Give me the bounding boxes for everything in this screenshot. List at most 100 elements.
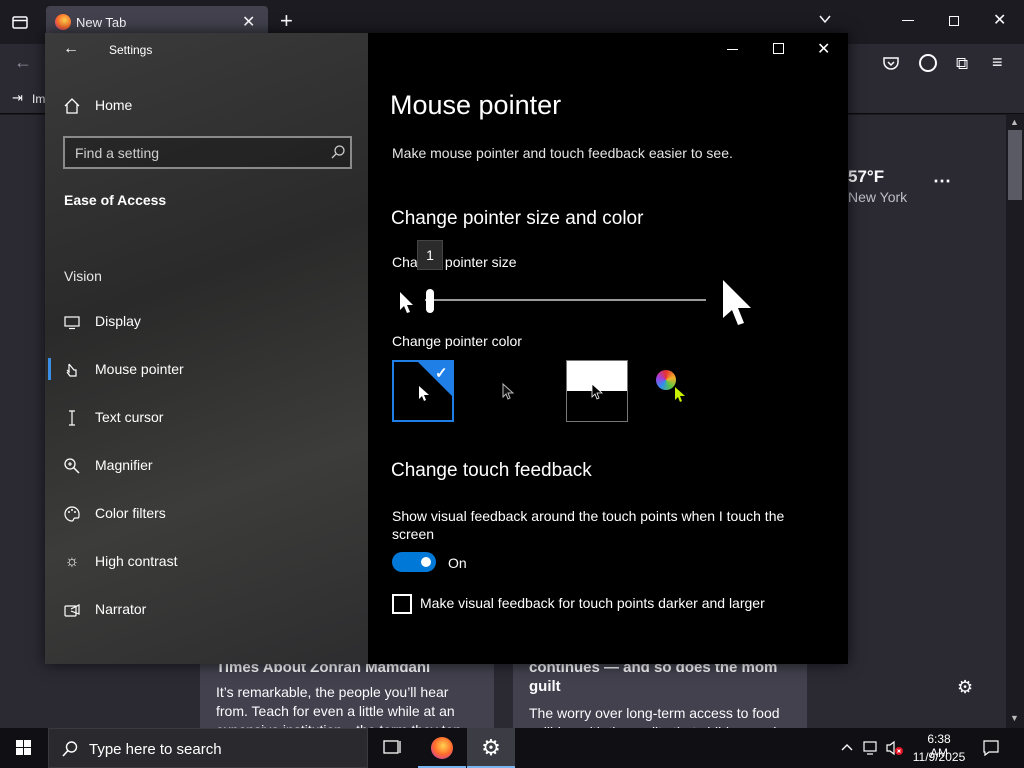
- taskbar-search-placeholder: Type here to search: [89, 741, 222, 758]
- chevron-down-icon[interactable]: [818, 12, 832, 26]
- settings-content: ✕ Mouse pointer Make mouse pointer and t…: [368, 33, 848, 664]
- nav-item-high-contrast[interactable]: ☼ High contrast: [45, 539, 368, 583]
- weather-more-icon[interactable]: ⋯: [933, 171, 951, 192]
- nav-item-label: Narrator: [95, 601, 147, 617]
- pointer-preview-icon: [502, 383, 514, 401]
- back-arrow-icon[interactable]: ←: [63, 40, 79, 58]
- large-pointer-icon: [720, 278, 754, 328]
- nav-item-color-filters[interactable]: Color filters: [45, 491, 368, 535]
- account-icon[interactable]: [919, 54, 937, 72]
- weather-city: New York: [848, 189, 908, 205]
- show-hidden-icons-chevron[interactable]: [840, 740, 854, 754]
- firefox-logo-icon: [55, 14, 71, 30]
- network-icon[interactable]: [862, 740, 880, 756]
- menu-icon[interactable]: ≡: [992, 52, 1003, 73]
- import-bookmarks-label[interactable]: Im: [32, 92, 45, 106]
- darker-feedback-label[interactable]: Make visual feedback for touch points da…: [420, 595, 765, 611]
- scroll-down-icon[interactable]: ▼: [1010, 713, 1019, 723]
- pointer-preview-icon: [418, 385, 430, 403]
- nav-item-label: Text cursor: [95, 409, 164, 425]
- pointer-size-slider[interactable]: [425, 299, 706, 301]
- section-heading-pointer: Change pointer size and color: [391, 208, 644, 229]
- narrator-icon: [63, 601, 81, 619]
- section-heading-touch: Change touch feedback: [391, 460, 592, 481]
- tab-title: New Tab: [76, 15, 127, 30]
- nav-item-label: Magnifier: [95, 457, 153, 473]
- nav-home-label: Home: [95, 97, 133, 113]
- pointer-preview-icon: [674, 386, 686, 404]
- import-bookmarks-icon[interactable]: ⇥: [12, 90, 23, 106]
- pointer-color-white-option[interactable]: ✓: [392, 360, 454, 422]
- home-icon: [63, 97, 81, 115]
- monitor-icon: [63, 313, 81, 331]
- close-tab-icon[interactable]: ✕: [242, 12, 255, 32]
- toggle-state-label: On: [448, 555, 467, 571]
- nav-item-label: Mouse pointer: [95, 361, 184, 377]
- story-body: The worry over long-term access to food …: [529, 705, 780, 728]
- minimize-button[interactable]: [902, 20, 914, 21]
- high-contrast-icon: ☼: [64, 553, 80, 570]
- story-title-line2: guilt: [529, 678, 561, 695]
- text-cursor-icon: [63, 409, 81, 427]
- weather-temp: 57°F: [848, 167, 885, 186]
- group-label: Vision: [64, 268, 102, 284]
- search-icon: [61, 740, 79, 758]
- window-title: Settings: [109, 43, 153, 57]
- nav-item-label: Display: [95, 313, 141, 329]
- minimize-button[interactable]: [727, 49, 738, 50]
- close-button[interactable]: ✕: [817, 39, 830, 59]
- maximize-button[interactable]: [773, 43, 784, 54]
- search-input[interactable]: Find a setting: [63, 136, 352, 169]
- pointer-color-inverted-option[interactable]: [566, 360, 628, 422]
- pointer-preview-icon: [591, 383, 603, 401]
- pointer-color-label: Change pointer color: [392, 333, 522, 349]
- task-view-icon[interactable]: [368, 728, 416, 768]
- tab-list-icon[interactable]: [10, 12, 30, 32]
- nav-item-display[interactable]: Display: [45, 299, 368, 343]
- gear-icon[interactable]: ⚙: [957, 677, 973, 698]
- darker-feedback-checkbox[interactable]: [392, 594, 412, 614]
- slider-tooltip: 1: [417, 240, 443, 270]
- touch-feedback-toggle[interactable]: [392, 552, 436, 572]
- small-pointer-icon: [398, 291, 414, 315]
- scrollbar-thumb[interactable]: [1008, 130, 1022, 200]
- page-title: Mouse pointer: [390, 90, 562, 120]
- clock-date[interactable]: 11/9/2025: [910, 750, 968, 764]
- color-filters-icon: [63, 505, 81, 523]
- volume-muted-icon[interactable]: [885, 739, 905, 757]
- pocket-icon[interactable]: [883, 56, 899, 70]
- toggle-knob: [421, 557, 431, 567]
- search-placeholder: Find a setting: [75, 145, 160, 161]
- back-arrow-icon[interactable]: ←: [14, 52, 32, 73]
- firefox-taskbar-icon[interactable]: [418, 728, 466, 768]
- close-window-button[interactable]: ✕: [993, 10, 1006, 30]
- settings-window: ← Settings Home Find a setting Ease of A…: [45, 33, 848, 664]
- nav-item-mouse-pointer[interactable]: Mouse pointer: [45, 347, 368, 391]
- pointer-size-label: Change pointer size: [392, 254, 517, 270]
- restore-button[interactable]: [949, 16, 959, 26]
- nav-item-magnifier[interactable]: Magnifier: [45, 443, 368, 487]
- pointer-color-custom-option[interactable]: [652, 360, 714, 422]
- start-button[interactable]: [0, 728, 48, 768]
- checkmark-icon: ✓: [435, 365, 448, 382]
- nav-item-narrator[interactable]: Narrator: [45, 587, 368, 631]
- color-wheel-icon: [656, 370, 676, 390]
- action-center-icon[interactable]: [982, 739, 1000, 757]
- touch-feedback-description: Show visual feedback around the touch po…: [392, 508, 785, 542]
- nav-item-text-cursor[interactable]: Text cursor: [45, 395, 368, 439]
- new-tab-button[interactable]: +: [280, 8, 293, 34]
- pointer-color-black-option[interactable]: [478, 360, 540, 422]
- taskbar-search-box[interactable]: Type here to search: [48, 728, 368, 768]
- search-icon: [330, 144, 346, 160]
- scroll-up-icon[interactable]: ▲: [1010, 117, 1019, 127]
- magnifier-icon: [63, 457, 81, 475]
- taskbar: Type here to search ⚙ 6:38 AM 11/9/2025: [0, 728, 1024, 768]
- firefox-logo-icon: [431, 737, 453, 759]
- extensions-icon[interactable]: ⧉: [956, 54, 968, 74]
- nav-home[interactable]: Home: [45, 83, 368, 127]
- story-body: It’s remarkable, the people you’ll hear …: [216, 684, 461, 728]
- slider-thumb[interactable]: [426, 289, 434, 313]
- page-subtitle: Make mouse pointer and touch feedback ea…: [392, 145, 733, 161]
- settings-taskbar-icon[interactable]: ⚙: [467, 728, 515, 768]
- scrollbar[interactable]: ▲ ▼: [1006, 115, 1024, 728]
